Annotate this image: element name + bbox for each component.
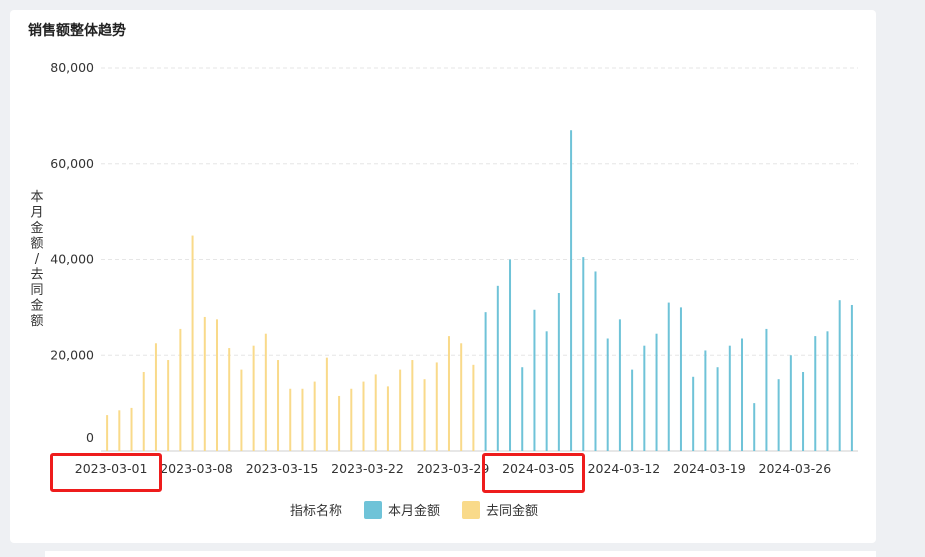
bar	[386, 386, 389, 451]
bar	[557, 293, 560, 451]
y-tick-label: 20,000	[50, 347, 94, 362]
y-axis-label-char: 月	[30, 206, 43, 221]
legend-label-last-year: 去同金额	[486, 504, 539, 519]
legend-swatch-current-month	[364, 500, 383, 519]
bar	[118, 410, 121, 451]
bar	[802, 372, 805, 451]
bar	[643, 345, 646, 451]
bar	[167, 360, 170, 451]
bar	[533, 309, 536, 451]
bar	[362, 381, 365, 451]
bar	[704, 350, 707, 451]
bar	[716, 367, 719, 451]
bar	[228, 348, 231, 451]
bar	[728, 345, 731, 451]
x-tick-label: 2024-03-12	[588, 461, 661, 476]
x-tick-label: 2024-03-26	[759, 461, 832, 476]
highlight-box-2024-03-05	[482, 453, 585, 493]
bar	[655, 333, 658, 451]
bar	[545, 331, 548, 451]
y-axis-label-char: 本	[30, 190, 43, 205]
bar	[154, 343, 157, 451]
bar	[594, 271, 597, 451]
bar	[435, 362, 438, 451]
bar	[606, 338, 609, 451]
bar	[753, 403, 756, 451]
bar	[289, 388, 292, 451]
bar	[765, 328, 768, 451]
bar	[411, 360, 414, 451]
bar	[582, 257, 585, 451]
bar	[325, 357, 328, 451]
legend-label-current-month: 本月金额	[388, 504, 441, 519]
y-tick-label: 40,000	[50, 252, 94, 267]
bar	[521, 367, 524, 451]
bar	[777, 379, 780, 451]
bar	[338, 395, 341, 451]
bar	[350, 388, 353, 451]
bar	[814, 336, 817, 451]
bar	[447, 336, 450, 451]
bar	[142, 372, 145, 451]
legend-swatch-last-year	[462, 500, 481, 519]
bar	[618, 319, 621, 451]
bar	[423, 379, 426, 451]
bar	[374, 374, 377, 451]
bar	[741, 338, 744, 451]
bar	[496, 285, 499, 451]
y-axis-label-char: 同	[30, 283, 43, 298]
bar	[240, 369, 243, 451]
bar	[679, 307, 682, 451]
bar	[789, 355, 792, 451]
highlight-box-2023-03-01	[50, 453, 162, 492]
bar	[203, 316, 206, 451]
y-axis-label-char: 额	[30, 237, 43, 252]
bar	[826, 331, 829, 451]
bar	[667, 302, 670, 451]
y-axis-label-char: 去	[30, 268, 43, 283]
x-tick-label: 2024-03-19	[673, 461, 746, 476]
bar	[509, 259, 512, 451]
bar	[838, 300, 841, 451]
bar	[277, 360, 280, 451]
bar	[484, 312, 487, 451]
bar	[106, 415, 109, 451]
legend-item-current-month[interactable]: 本月金额	[364, 500, 440, 519]
bar	[460, 343, 463, 451]
bar	[130, 407, 133, 451]
bar	[179, 328, 182, 451]
legend-item-last-year[interactable]: 去同金额	[462, 500, 538, 519]
x-tick-label: 2023-03-15	[246, 461, 319, 476]
bar	[191, 235, 194, 451]
legend: 指标名称 本月金额 去同金额	[290, 500, 538, 519]
y-tick-label: 60,000	[50, 156, 94, 171]
legend-title: 指标名称	[290, 504, 343, 519]
y-tick-label: 0	[86, 430, 94, 445]
y-axis-label-char: 金	[30, 298, 43, 314]
bar	[399, 369, 402, 451]
x-tick-label: 2023-03-22	[331, 461, 404, 476]
bar	[631, 369, 634, 451]
bar	[692, 376, 695, 451]
bar	[313, 381, 316, 451]
bar	[850, 304, 853, 451]
bar	[252, 345, 255, 451]
y-tick-label: 80,000	[50, 60, 94, 75]
bar	[472, 364, 475, 451]
bar	[301, 388, 304, 451]
bar	[570, 130, 573, 452]
bar	[215, 319, 218, 451]
x-tick-label: 2023-03-29	[417, 461, 490, 476]
y-axis-label-char: 额	[30, 314, 43, 329]
bar	[264, 333, 267, 451]
y-axis-label-char: /	[35, 252, 40, 267]
y-axis-label-char: 金	[30, 220, 43, 236]
x-tick-label: 2023-03-08	[160, 461, 233, 476]
